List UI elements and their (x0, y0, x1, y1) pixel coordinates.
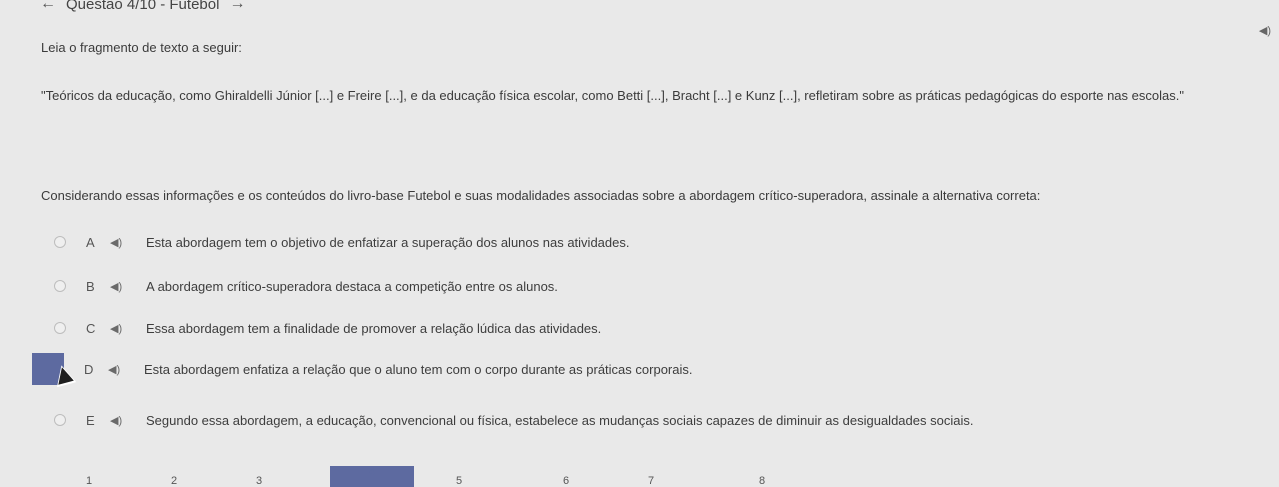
question-statement: Considerando essas informações e os cont… (41, 188, 1041, 203)
radio-button[interactable] (54, 322, 66, 334)
option-letter: C (86, 320, 96, 336)
radio-button[interactable] (54, 414, 66, 426)
option-text: A abordagem crítico-superadora destaca a… (146, 278, 558, 294)
speaker-icon[interactable]: ◀) (110, 280, 126, 293)
page-link[interactable]: 1 (86, 475, 92, 487)
option-text: Essa abordagem tem a finalidade de promo… (146, 320, 602, 336)
option-b[interactable]: B ◀) A abordagem crítico-superadora dest… (48, 274, 558, 298)
next-question-arrow-icon[interactable]: → (229, 0, 245, 12)
page-link[interactable]: 7 (648, 475, 654, 487)
option-c[interactable]: C ◀) Essa abordagem tem a finalidade de … (48, 316, 601, 340)
active-page-link[interactable]: 4 (330, 466, 414, 487)
radio-button[interactable] (54, 236, 66, 248)
page-link[interactable]: 8 (759, 475, 765, 487)
option-letter: B (86, 278, 95, 294)
speaker-icon[interactable]: ◀) (110, 322, 126, 335)
option-text: Esta abordagem tem o objetivo de enfatiz… (146, 234, 630, 250)
question-title: Questão 4/10 - Futebol (66, 0, 220, 13)
option-text: Esta abordagem enfatiza a relação que o … (144, 361, 693, 377)
speaker-icon[interactable]: ◀) (108, 363, 124, 376)
instruction-text: Leia o fragmento de texto a seguir: (41, 40, 242, 55)
page-link[interactable]: 3 (256, 475, 262, 487)
previous-question-arrow-icon[interactable]: ← (40, 0, 56, 12)
speaker-icon[interactable]: ◀) (110, 236, 126, 249)
page-link[interactable]: 2 (171, 475, 177, 487)
question-pagination: 1 2 3 4 5 6 7 8 (0, 466, 1279, 487)
option-letter: A (86, 234, 95, 250)
page-link[interactable]: 6 (563, 475, 569, 487)
option-a[interactable]: A ◀) Esta abordagem tem o objetivo de en… (48, 230, 629, 254)
option-text: Segundo essa abordagem, a educação, conv… (146, 412, 974, 428)
quoted-fragment: "Teóricos da educação, como Ghiraldelli … (41, 88, 1184, 103)
speaker-icon[interactable]: ◀) (1259, 24, 1271, 37)
option-letter: D (84, 361, 94, 377)
option-d[interactable]: D ◀) Esta abordagem enfatiza a relação q… (32, 353, 693, 385)
page-link[interactable]: 5 (456, 475, 462, 487)
question-header: ← Questão 4/10 - Futebol → (40, 0, 245, 14)
radio-button[interactable] (54, 280, 66, 292)
speaker-icon[interactable]: ◀) (110, 414, 126, 427)
option-e[interactable]: E ◀) Segundo essa abordagem, a educação,… (48, 408, 973, 432)
option-letter: E (86, 412, 95, 428)
